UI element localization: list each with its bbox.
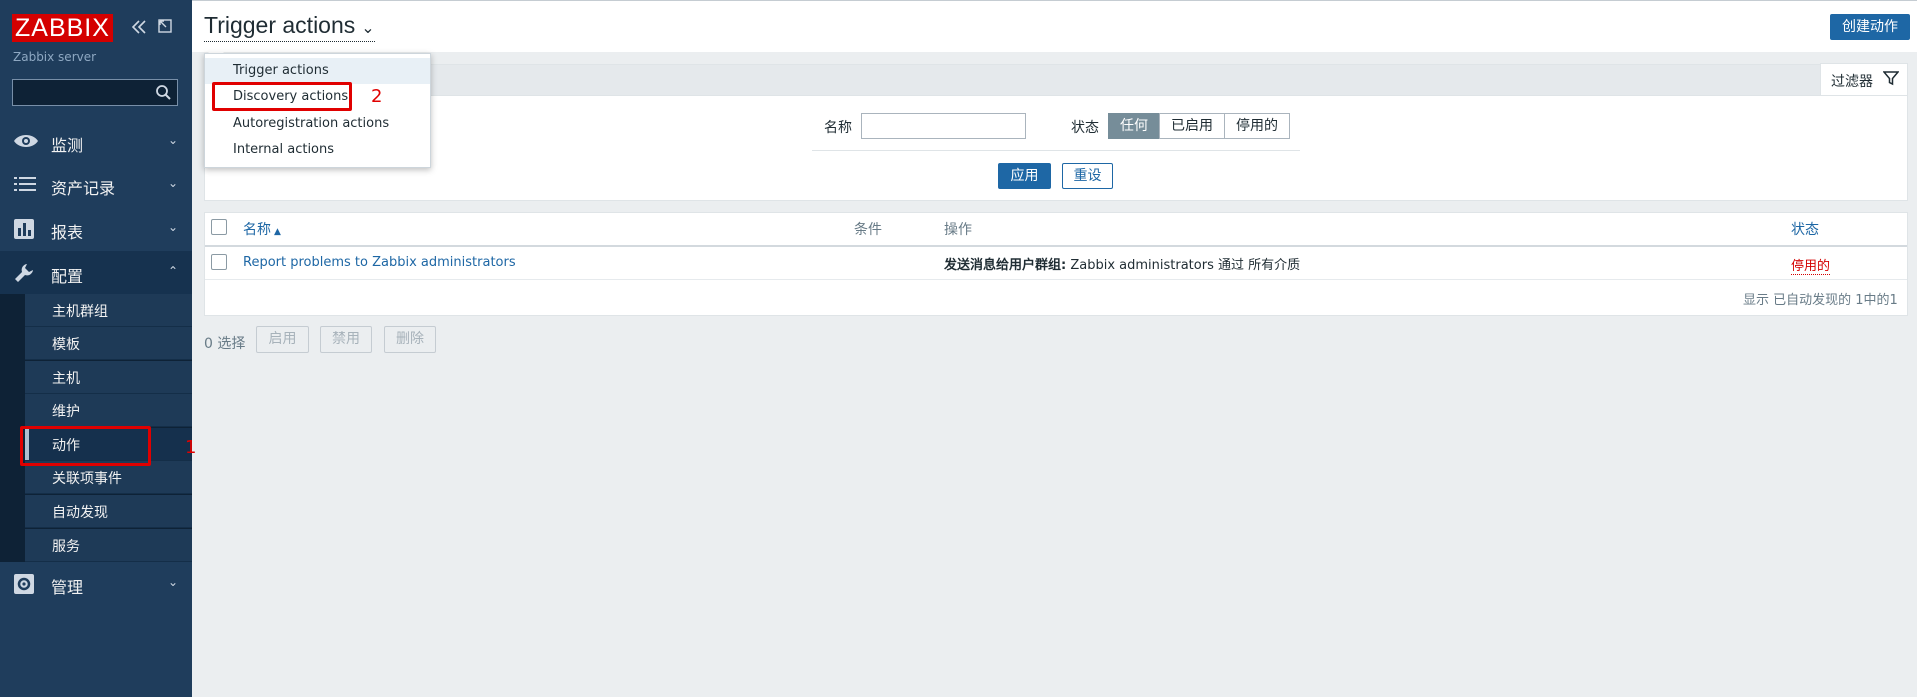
filter-name-label: 名称	[824, 120, 852, 136]
dropdown-item-autoregistration-actions[interactable]: Autoregistration actions	[205, 111, 430, 137]
sidebar: ZABBIX Zabbix server 监测 ⌄ 资产记录 ⌄ 报表 ⌄ 配置…	[0, 0, 192, 697]
dropdown-item-trigger-actions[interactable]: Trigger actions	[205, 58, 430, 84]
submenu-item-services[interactable]: 服务	[25, 529, 192, 562]
delete-button[interactable]: 删除	[384, 326, 436, 353]
chevron-up-icon: ⌃	[168, 264, 179, 278]
menu-label: 配置	[51, 267, 84, 286]
menu-label: 资产记录	[51, 179, 116, 198]
menu-label: 监测	[51, 136, 84, 155]
disable-button[interactable]: 禁用	[320, 326, 372, 353]
operation-bold-text: 发送消息给用户群组:	[944, 258, 1067, 273]
annotation-box-discovery	[212, 82, 352, 111]
filter-tabbar	[204, 64, 1908, 96]
filter-panel	[204, 95, 1908, 201]
annotation-number-1: 1	[185, 437, 197, 458]
filter-tab-label: 过滤器	[1831, 74, 1873, 90]
header-divider	[205, 245, 1907, 247]
column-header-label: 名称	[243, 222, 271, 238]
server-name: Zabbix server	[13, 50, 97, 64]
status-option-enabled[interactable]: 已启用	[1159, 113, 1225, 139]
page-header	[192, 1, 1917, 52]
submenu-label: 维护	[52, 404, 80, 420]
status-badge[interactable]: 停用的	[1791, 255, 1831, 275]
select-all-checkbox[interactable]	[211, 219, 227, 235]
submenu-label: 关联项事件	[52, 471, 122, 487]
filter-icon	[1882, 70, 1900, 90]
collapse-icon[interactable]	[130, 18, 148, 40]
annotation-box-actions	[20, 426, 151, 466]
dropdown-item-label: Autoregistration actions	[233, 116, 390, 131]
menu-configuration[interactable]: 配置 ⌃	[0, 251, 192, 294]
submenu-label: 模板	[52, 337, 80, 353]
sort-asc-icon: ▲	[274, 227, 281, 237]
submenu-item-hosts[interactable]: 主机	[25, 361, 192, 394]
menu-label: 管理	[51, 578, 84, 597]
submenu-label: 主机	[52, 371, 80, 387]
dropdown-item-label: Trigger actions	[233, 63, 329, 78]
submenu-item-templates[interactable]: 模板	[25, 327, 192, 360]
row-divider	[205, 279, 1907, 280]
column-header-name[interactable]: 名称 ▲	[243, 219, 281, 239]
list-icon	[13, 174, 37, 196]
dropdown-item-internal-actions[interactable]: Internal actions	[205, 137, 430, 163]
annotation-number-2: 2	[371, 86, 383, 107]
reset-button[interactable]: 重设	[1062, 163, 1113, 189]
page-title-text: Trigger actions	[204, 12, 356, 38]
filter-tab[interactable]: 过滤器	[1820, 63, 1908, 96]
filter-status-label: 状态	[1071, 120, 1099, 136]
chevron-down-icon: ⌄	[168, 133, 179, 147]
submenu-item-discovery[interactable]: 自动发现	[25, 495, 192, 528]
create-action-button[interactable]: 创建动作	[1830, 14, 1910, 40]
filter-name-input[interactable]	[861, 113, 1026, 139]
gear-icon	[13, 573, 37, 595]
column-header-conditions: 条件	[854, 222, 882, 238]
page-title[interactable]: Trigger actions ⌄	[204, 12, 375, 42]
chevron-down-icon: ⌄	[168, 176, 179, 190]
submenu-label: 服务	[52, 539, 80, 555]
submenu-item-host-groups[interactable]: 主机群组	[25, 294, 192, 327]
sidebar-search-input[interactable]	[12, 79, 178, 106]
submenu-label: 主机群组	[52, 304, 108, 320]
chevron-down-icon: ⌄	[168, 575, 179, 589]
column-header-status[interactable]: 状态	[1791, 219, 1819, 239]
selected-count: 0 选择	[204, 336, 246, 352]
zabbix-logo[interactable]: ZABBIX	[12, 14, 113, 42]
menu-monitoring[interactable]: 监测 ⌄	[0, 120, 192, 163]
table-footer-count: 显示 已自动发现的 1中的1	[1743, 293, 1898, 308]
expand-icon[interactable]	[157, 18, 173, 38]
dropdown-item-label: Internal actions	[233, 142, 335, 157]
chevron-down-icon: ⌄	[168, 220, 179, 234]
menu-administration[interactable]: 管理 ⌄	[0, 562, 192, 605]
operation-text: Zabbix administrators 通过 所有介质	[1066, 258, 1301, 273]
column-header-operations: 操作	[944, 222, 972, 238]
status-option-any[interactable]: 任何	[1108, 113, 1160, 139]
chevron-down-icon: ⌄	[361, 20, 375, 37]
filter-divider	[812, 150, 1300, 151]
menu-reports[interactable]: 报表 ⌄	[0, 207, 192, 250]
action-name-link[interactable]: Report problems to Zabbix administrators	[243, 255, 516, 270]
status-option-disabled[interactable]: 停用的	[1224, 113, 1290, 139]
bar-chart-icon	[13, 218, 37, 240]
action-operations: 发送消息给用户群组: Zabbix administrators 通过 所有介质	[944, 254, 1300, 273]
submenu-label: 自动发现	[52, 505, 108, 521]
menu-inventory[interactable]: 资产记录 ⌄	[0, 163, 192, 206]
menu-label: 报表	[51, 223, 84, 242]
wrench-icon	[13, 262, 37, 284]
eye-icon	[13, 131, 38, 153]
apply-button[interactable]: 应用	[998, 163, 1051, 189]
submenu-item-maintenance[interactable]: 维护	[25, 394, 192, 427]
enable-button[interactable]: 启用	[256, 326, 309, 353]
row-checkbox[interactable]	[211, 254, 227, 270]
search-icon[interactable]	[155, 84, 172, 105]
